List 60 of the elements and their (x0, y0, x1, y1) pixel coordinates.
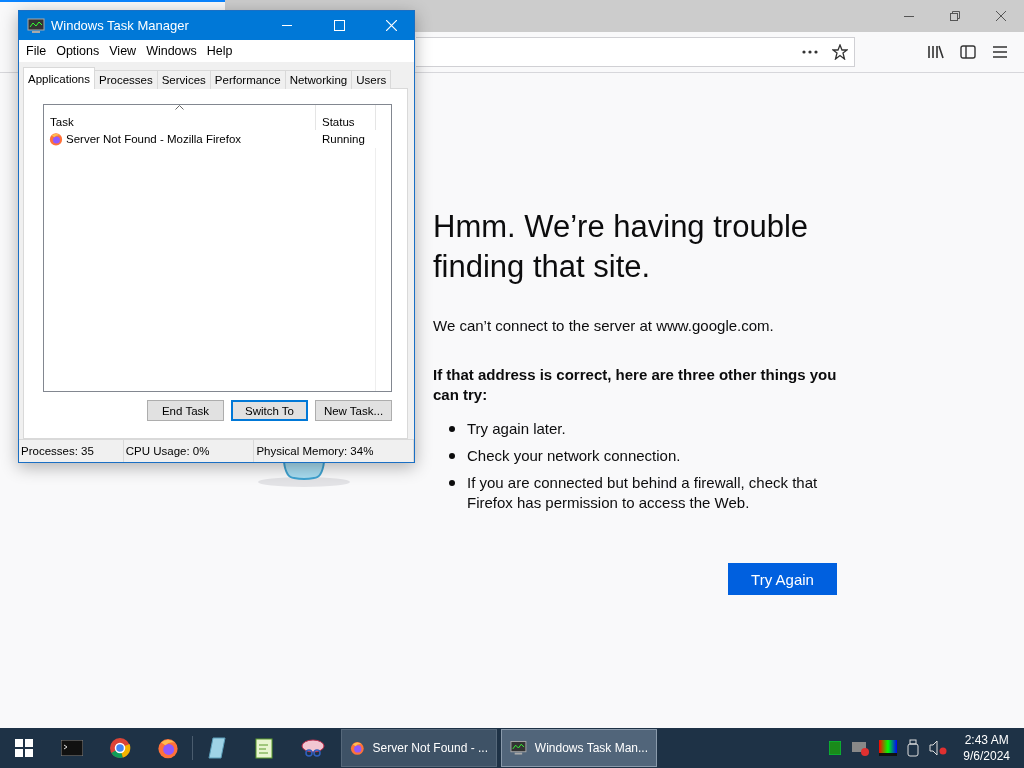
chrome-icon[interactable] (109, 737, 131, 759)
column-header[interactable]: Task (44, 105, 316, 130)
dialog-button[interactable]: Switch To (231, 400, 308, 421)
app-tray-icon[interactable] (829, 741, 842, 755)
speaker-muted-icon[interactable] (929, 740, 948, 756)
clock-date: 9/6/2024 (963, 748, 1010, 764)
window-title: Windows Task Manager (51, 18, 190, 33)
minimize-icon[interactable] (904, 15, 914, 17)
suggestion-text: If you are connected but behind a firewall, check that Firefox has permission to access the Web. (467, 473, 819, 513)
usb-drive-icon[interactable] (907, 739, 920, 757)
task-status: Running (321, 133, 366, 145)
menu-item[interactable]: Options (51, 44, 105, 58)
menu-icon[interactable] (993, 46, 1007, 58)
maximize-icon[interactable] (333, 20, 345, 31)
menu-item[interactable]: File (21, 44, 52, 58)
bullet-icon (449, 480, 455, 486)
firefox-icon (49, 132, 63, 146)
taskbar-window-button[interactable]: Windows Task Man... (501, 729, 657, 767)
suggestion-text: Try again later. (467, 419, 566, 439)
task-manager-icon (510, 740, 527, 756)
status-text: Processes: 35 (19, 440, 124, 462)
task-manager-icon (27, 17, 45, 34)
tab[interactable]: Applications (23, 67, 95, 89)
color-display-icon[interactable] (879, 740, 898, 756)
dialog-button[interactable]: New Task... (315, 400, 392, 421)
status-text: Physical Memory: 34% (254, 440, 414, 462)
star-icon[interactable] (832, 44, 848, 60)
network-disconnected-icon[interactable] (851, 740, 870, 756)
close-icon[interactable] (996, 11, 1006, 21)
notepad-icon[interactable] (255, 737, 275, 759)
restore-icon[interactable] (950, 11, 960, 21)
status-text: CPU Usage: 0% (123, 440, 255, 462)
menu-item[interactable]: Windows (141, 44, 202, 58)
library-icon[interactable] (928, 45, 944, 59)
tab[interactable]: Services (156, 70, 211, 89)
advice-title: If that address is correct, here are three other things you can try: (433, 365, 837, 405)
firefox-icon (157, 737, 179, 759)
suggestion-text: Check your network connection. (467, 446, 681, 466)
error-heading: Hmm. We’re having trouble finding that site. (433, 208, 809, 286)
more-icon[interactable] (802, 50, 818, 54)
tab[interactable]: Processes (94, 70, 158, 89)
clock-time: 2:43 AM (964, 732, 1009, 748)
task-name[interactable]: Server Not Found - Mozilla Firefox (66, 133, 242, 145)
bullet-icon (449, 453, 455, 459)
try-again-button[interactable]: Try Again (728, 563, 837, 595)
clock[interactable]: 2:43 AM 9/6/2024 (963, 732, 1010, 764)
sidebar-icon[interactable] (960, 45, 976, 59)
tab[interactable]: Users (351, 70, 392, 89)
dialog-button[interactable]: End Task (147, 400, 224, 421)
terminal-icon[interactable] (61, 740, 83, 756)
error-message: We can’t connect to the server at www.google.com. (433, 316, 775, 336)
taskbar-window-button[interactable]: Server Not Found - ... (341, 729, 497, 767)
bullet-icon (449, 426, 455, 432)
column-header[interactable]: Status (316, 105, 376, 130)
crystal-icon[interactable] (207, 737, 227, 759)
menu-item[interactable]: View (104, 44, 142, 58)
tab[interactable]: Networking (284, 70, 353, 89)
menu-item[interactable]: Help (201, 44, 238, 58)
tab[interactable]: Performance (209, 70, 286, 89)
start-icon[interactable] (15, 739, 33, 757)
